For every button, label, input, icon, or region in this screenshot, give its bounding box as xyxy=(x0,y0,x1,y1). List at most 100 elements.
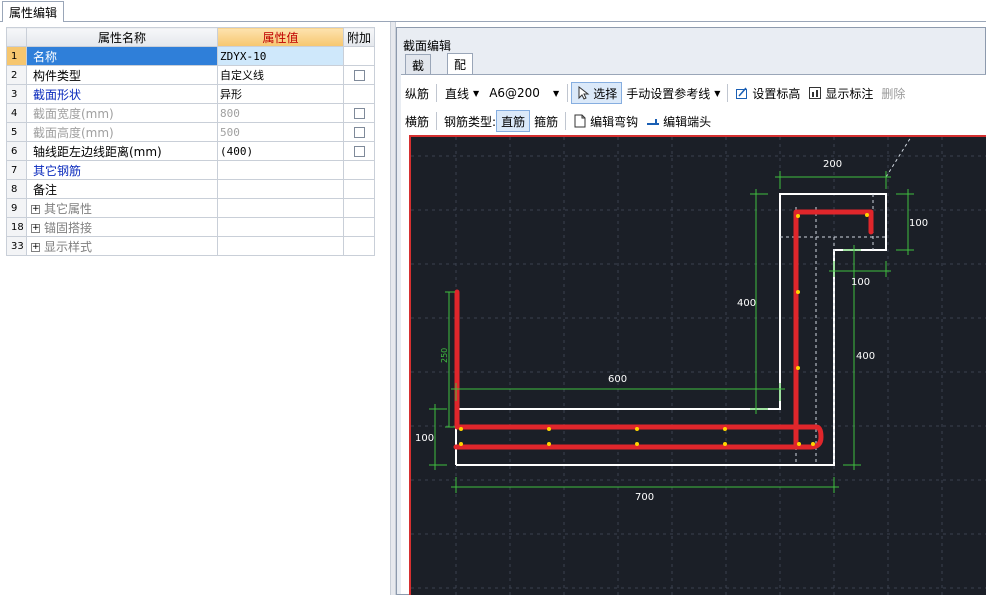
expand-icon[interactable]: + xyxy=(31,204,40,214)
property-grid: 属性名称 属性值 附加 1 名称 ZDYX-10 2 构件类型 自定义线 3 截面形状 异形 4 截… xyxy=(6,27,375,256)
panel-title: 截面编辑 xyxy=(403,39,452,53)
longitudinal-rebar-button[interactable]: 纵筋 xyxy=(401,82,433,104)
rebar-type-label: 钢筋类型: xyxy=(444,114,497,129)
extra-cell xyxy=(343,46,375,66)
property-row[interactable]: 33 + 显示样式 xyxy=(6,236,375,256)
extra-cell xyxy=(343,84,375,104)
rebar-point[interactable] xyxy=(723,427,727,431)
row-index: 1 xyxy=(6,46,27,66)
property-value[interactable] xyxy=(217,179,344,199)
extra-cell xyxy=(343,65,375,85)
section-drawing-canvas[interactable]: 200 100 100 400 400 600 100 700 250 xyxy=(409,135,986,597)
dim-label-outer-height: 400 xyxy=(856,351,875,362)
property-name-text: 备注 xyxy=(33,182,58,197)
property-row[interactable]: 18 + 锚固搭接 xyxy=(6,217,375,237)
bottom-longitudinal-rebar[interactable] xyxy=(453,289,824,450)
property-value[interactable]: ZDYX-10 xyxy=(217,46,344,66)
property-value[interactable] xyxy=(217,160,344,180)
property-value[interactable]: 自定义线 xyxy=(217,65,344,85)
edit-end-button[interactable]: 编辑端头 xyxy=(642,110,715,132)
rebar-point[interactable] xyxy=(796,214,800,218)
show-dimensions-button[interactable]: 显示标注 xyxy=(804,82,877,104)
section-outline xyxy=(455,193,887,466)
row-index: 7 xyxy=(6,160,27,180)
section-drawing[interactable]: 200 100 100 400 400 600 100 700 250 xyxy=(411,137,986,597)
reference-line xyxy=(885,137,912,178)
property-value[interactable] xyxy=(217,198,344,218)
rebar-toolbar-secondary: 横筋 钢筋类型: 直筋 箍筋 编辑弯钩 编辑端头 xyxy=(401,109,986,133)
line-type-value: 直线 xyxy=(445,86,470,101)
rebar-point[interactable] xyxy=(635,427,639,431)
rebar-point[interactable] xyxy=(796,366,800,370)
row-index: 33 xyxy=(6,236,27,256)
property-row[interactable]: 2 构件类型 自定义线 xyxy=(6,65,375,85)
property-row[interactable]: 9 + 其它属性 xyxy=(6,198,375,218)
manual-reference-line-button[interactable]: 手动设置参考线 ▼ xyxy=(622,82,724,104)
rebar-point[interactable] xyxy=(796,290,800,294)
row-index: 2 xyxy=(6,65,27,85)
row-index: 8 xyxy=(6,179,27,199)
expand-icon[interactable]: + xyxy=(31,223,40,233)
set-elevation-button[interactable]: 设置标高 xyxy=(731,82,804,104)
extra-checkbox[interactable] xyxy=(353,70,365,81)
row-index: 4 xyxy=(6,103,27,123)
tab-property-edit[interactable]: 属性编辑 xyxy=(2,1,65,22)
elevation-icon xyxy=(736,87,748,99)
row-index-header xyxy=(6,27,27,47)
property-value[interactable] xyxy=(217,217,344,237)
rebar-point[interactable] xyxy=(865,213,869,217)
property-row[interactable]: 4 截面宽度(mm) 800 xyxy=(6,103,375,123)
extra-checkbox[interactable] xyxy=(353,127,365,138)
property-value[interactable]: 800 xyxy=(217,103,344,123)
extra-checkbox[interactable] xyxy=(353,108,365,119)
toolbar-divider xyxy=(436,84,438,102)
dimension-icon xyxy=(809,87,822,99)
rebar-point[interactable] xyxy=(547,442,551,446)
property-row[interactable]: 1 名称 ZDYX-10 xyxy=(6,46,375,66)
rebar-point[interactable] xyxy=(635,442,639,446)
stirrup-button[interactable]: 箍筋 xyxy=(530,110,562,132)
property-value[interactable]: 500 xyxy=(217,122,344,142)
property-name-text: 截面高度(mm) xyxy=(33,125,114,140)
delete-button[interactable]: 删除 xyxy=(877,82,909,104)
extra-cell xyxy=(343,160,375,180)
extra-checkbox[interactable] xyxy=(353,146,365,157)
property-row[interactable]: 3 截面形状 异形 xyxy=(6,84,375,104)
rebar-tab-body: 纵筋 直线 ▼ A6@200 ▼ 选择 手动设置参考线 ▼ 设置标高 显示标注 … xyxy=(401,74,986,597)
property-name: 备注 xyxy=(26,179,218,199)
transverse-rebar-button[interactable]: 横筋 xyxy=(401,110,433,132)
property-value[interactable]: (400) xyxy=(217,141,344,161)
property-row[interactable]: 6 轴线距左边线距离(mm) (400) xyxy=(6,141,375,161)
property-name-text: 构件类型 xyxy=(33,68,82,83)
rebar-spec-dropdown[interactable]: A6@200 ▼ xyxy=(484,82,564,104)
property-name-text: 锚固搭接 xyxy=(44,220,93,235)
canvas-grid xyxy=(411,137,986,597)
rebar-point[interactable] xyxy=(459,442,463,446)
line-type-dropdown[interactable]: 直线 ▼ xyxy=(440,82,484,104)
expand-icon[interactable]: + xyxy=(31,242,40,252)
property-value[interactable]: 异形 xyxy=(217,84,344,104)
rebar-point[interactable] xyxy=(547,427,551,431)
straight-rebar-button[interactable]: 直筋 xyxy=(496,110,531,132)
rebar-point[interactable] xyxy=(459,427,463,431)
property-value[interactable] xyxy=(217,236,344,256)
dim-label-notch-width: 100 xyxy=(851,277,870,288)
edit-hook-button[interactable]: 编辑弯钩 xyxy=(569,110,642,132)
rebar-point[interactable] xyxy=(797,442,801,446)
select-button[interactable]: 选择 xyxy=(571,82,623,104)
toolbar-divider xyxy=(567,84,569,102)
rebar-point[interactable] xyxy=(811,442,815,446)
property-row[interactable]: 5 截面高度(mm) 500 xyxy=(6,122,375,142)
section-editor-panel: 截面编辑 截面 配筋 纵筋 直线 ▼ A6@200 ▼ 选择 xyxy=(396,27,986,597)
property-row[interactable]: 8 备注 xyxy=(6,179,375,199)
property-grid-header: 属性名称 属性值 附加 xyxy=(6,27,375,47)
extra-cell xyxy=(343,236,375,256)
rebar-point[interactable] xyxy=(723,442,727,446)
tab-rebar[interactable]: 配筋 xyxy=(447,53,474,89)
dim-label-right-top-height: 100 xyxy=(909,218,928,229)
property-name: 截面宽度(mm) xyxy=(26,103,218,123)
tab-section[interactable]: 截面 xyxy=(405,54,432,90)
rebar-spec-value: A6@200 xyxy=(489,86,540,100)
property-row[interactable]: 7 其它钢筋 xyxy=(6,160,375,180)
dim-label-rebar-length: 250 xyxy=(440,348,449,363)
